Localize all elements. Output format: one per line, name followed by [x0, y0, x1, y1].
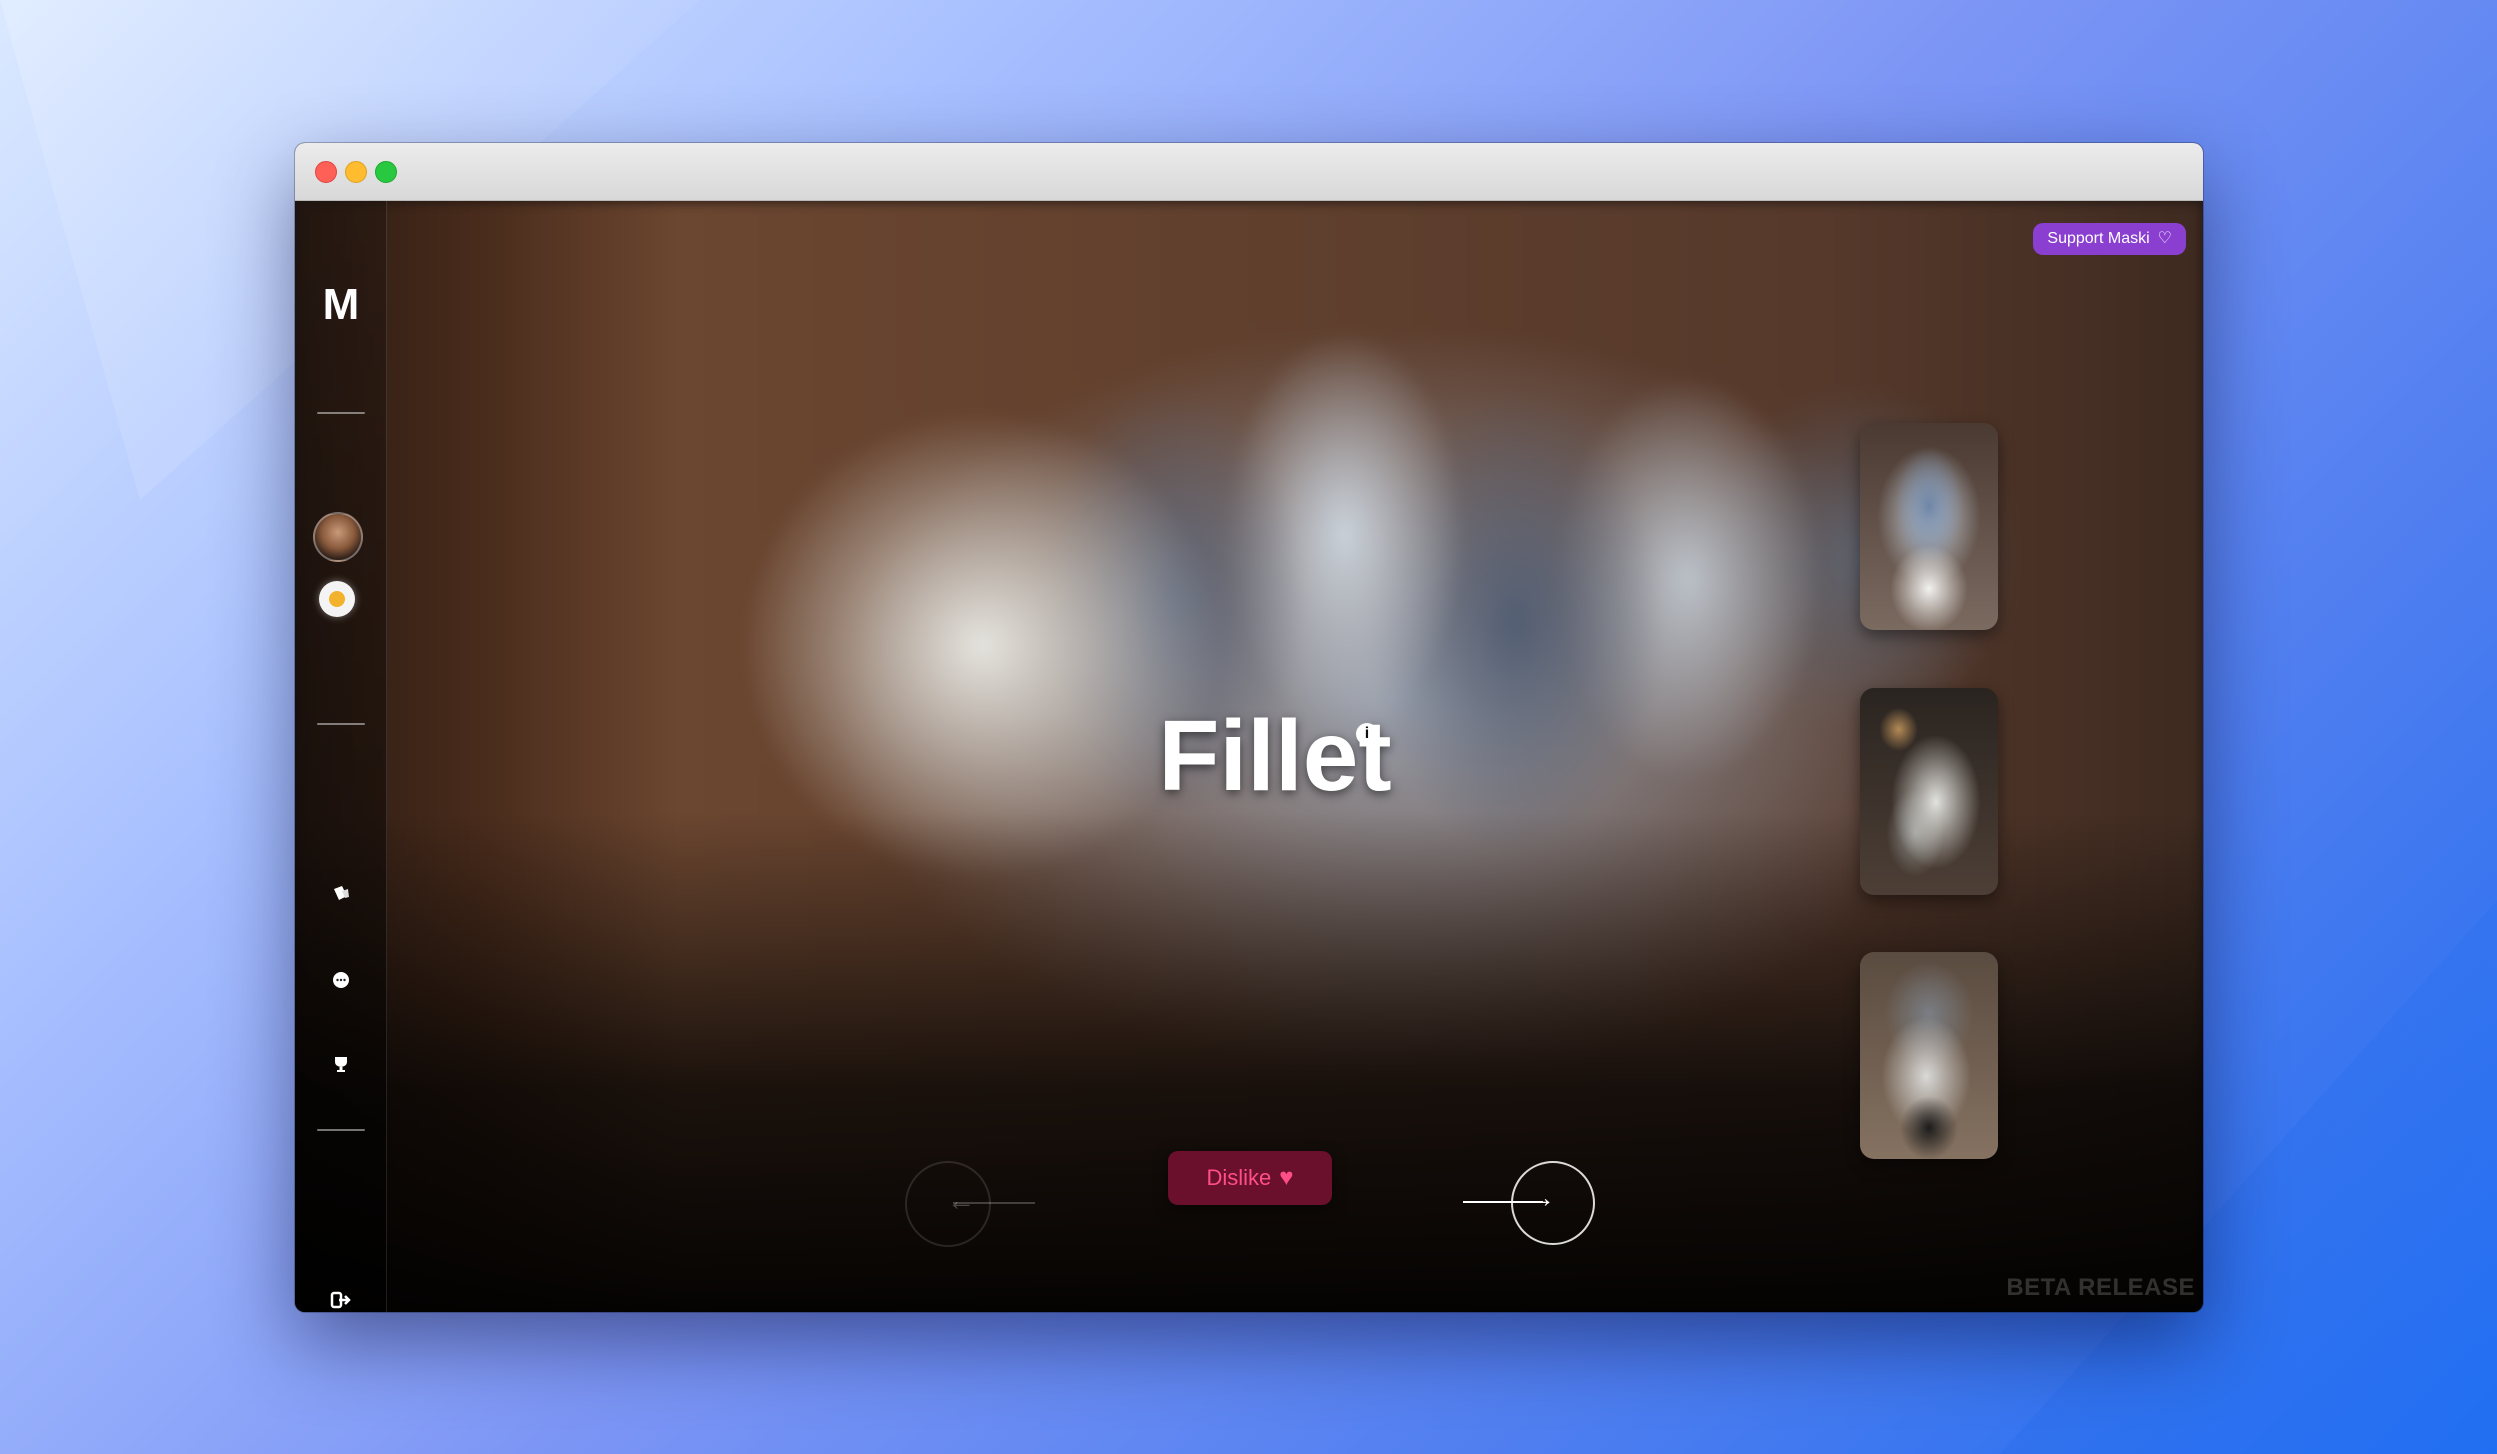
app-logo[interactable]: M — [319, 283, 363, 327]
dog-thumbnail[interactable] — [1860, 688, 1998, 895]
minimize-window-button[interactable] — [345, 161, 367, 183]
sidebar-divider — [317, 723, 365, 725]
dislike-label: Dislike — [1206, 1165, 1272, 1190]
title-bar — [295, 143, 2203, 201]
sun-icon — [329, 591, 345, 607]
theme-toggle-button[interactable] — [319, 581, 355, 617]
sidebar-divider — [317, 1129, 365, 1131]
next-button[interactable]: → — [1463, 1161, 1595, 1245]
logout-icon[interactable] — [326, 1288, 356, 1312]
support-button-label: Support Maski — [2047, 230, 2150, 247]
trophy-icon[interactable] — [326, 1053, 356, 1083]
heart-outline-icon: ♡ — [2157, 230, 2172, 247]
sidebar-divider — [317, 412, 365, 414]
arrow-right-icon: → — [1527, 1182, 1555, 1213]
dog-thumbnail[interactable] — [1860, 423, 1998, 630]
app-window: M Support Maski ♡ Fillet i ← Dislike ♥ →… — [295, 143, 2203, 1312]
heart-icon: ♥ — [1279, 1164, 1294, 1191]
main-content: M Support Maski ♡ Fillet i ← Dislike ♥ →… — [295, 201, 2203, 1312]
dislike-button[interactable]: Dislike ♥ — [1168, 1151, 1332, 1205]
close-window-button[interactable] — [315, 161, 337, 183]
dog-name: Fillet — [1158, 700, 1392, 812]
chat-icon[interactable] — [326, 969, 356, 999]
info-icon[interactable]: i — [1356, 723, 1378, 745]
avatar[interactable] — [313, 512, 363, 562]
zoom-window-button[interactable] — [375, 161, 397, 183]
previous-button[interactable]: ← — [905, 1161, 1035, 1247]
beta-release-badge: BETA RELEASE — [2006, 1274, 2195, 1301]
cards-icon[interactable] — [326, 883, 356, 913]
sidebar: M — [295, 201, 387, 1312]
dog-thumbnail[interactable] — [1860, 952, 1998, 1159]
arrow-left-icon: ← — [947, 1185, 975, 1216]
support-button[interactable]: Support Maski ♡ — [2033, 223, 2186, 255]
